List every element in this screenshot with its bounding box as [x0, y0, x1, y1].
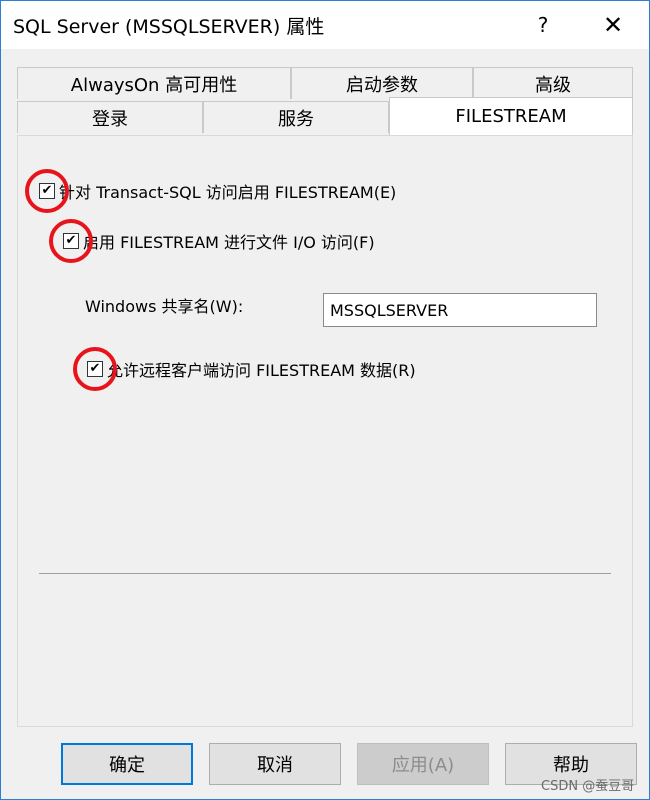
ok-button[interactable]: 确定 — [61, 743, 193, 785]
cancel-button[interactable]: 取消 — [209, 743, 341, 785]
tab-alwayson-label: AlwaysOn 高可用性 — [70, 74, 238, 96]
tab-advanced[interactable]: 高级 — [473, 67, 633, 99]
share-name-label: Windows 共享名(W): — [85, 297, 244, 316]
tab-filestream[interactable]: FILESTREAM — [389, 97, 633, 135]
tab-logon-label: 登录 — [92, 108, 128, 130]
tab-service-label: 服务 — [278, 108, 314, 130]
tab-filestream-label: FILESTREAM — [455, 106, 567, 127]
tab-service[interactable]: 服务 — [203, 101, 389, 133]
enable-tsql-label: 针对 Transact-SQL 访问启用 FILESTREAM(E) — [59, 183, 397, 202]
enable-tsql-row: ✔ 针对 Transact-SQL 访问启用 FILESTREAM(E) — [25, 169, 397, 213]
share-name-input[interactable] — [323, 293, 597, 327]
tab-row-front: 登录 服务 FILESTREAM — [17, 97, 633, 135]
apply-button[interactable]: 应用(A) — [357, 743, 489, 785]
tab-alwayson[interactable]: AlwaysOn 高可用性 — [17, 67, 291, 99]
title-bar: SQL Server (MSSQLSERVER) 属性 ? ✕ — [1, 1, 649, 49]
close-icon[interactable]: ✕ — [583, 1, 643, 49]
allow-remote-row: ✔ 允许远程客户端访问 FILESTREAM 数据(R) — [73, 347, 416, 391]
properties-dialog: SQL Server (MSSQLSERVER) 属性 ? ✕ AlwaysOn… — [0, 0, 650, 800]
window-title: SQL Server (MSSQLSERVER) 属性 — [13, 16, 325, 38]
enable-io-label: 启用 FILESTREAM 进行文件 I/O 访问(F) — [83, 233, 375, 252]
enable-io-checkbox[interactable]: ✔ — [49, 219, 93, 263]
check-icon: ✔ — [41, 183, 53, 198]
check-icon: ✔ — [65, 233, 77, 248]
enable-tsql-checkbox[interactable]: ✔ — [25, 169, 69, 213]
tab-startup-parameters-label: 启动参数 — [346, 74, 418, 96]
tab-row-back: AlwaysOn 高可用性 启动参数 高级 — [17, 67, 633, 101]
allow-remote-checkbox[interactable]: ✔ — [73, 347, 117, 391]
tab-logon[interactable]: 登录 — [17, 101, 203, 133]
check-icon: ✔ — [89, 361, 101, 376]
help-icon[interactable]: ? — [513, 1, 573, 49]
filestream-panel — [17, 135, 633, 727]
separator — [39, 573, 611, 574]
watermark: CSDN @蚕豆哥 — [541, 779, 635, 794]
allow-remote-label: 允许远程客户端访问 FILESTREAM 数据(R) — [107, 361, 416, 380]
tab-startup-parameters[interactable]: 启动参数 — [291, 67, 473, 99]
enable-io-row: ✔ 启用 FILESTREAM 进行文件 I/O 访问(F) — [49, 219, 375, 263]
tab-advanced-label: 高级 — [535, 74, 571, 96]
